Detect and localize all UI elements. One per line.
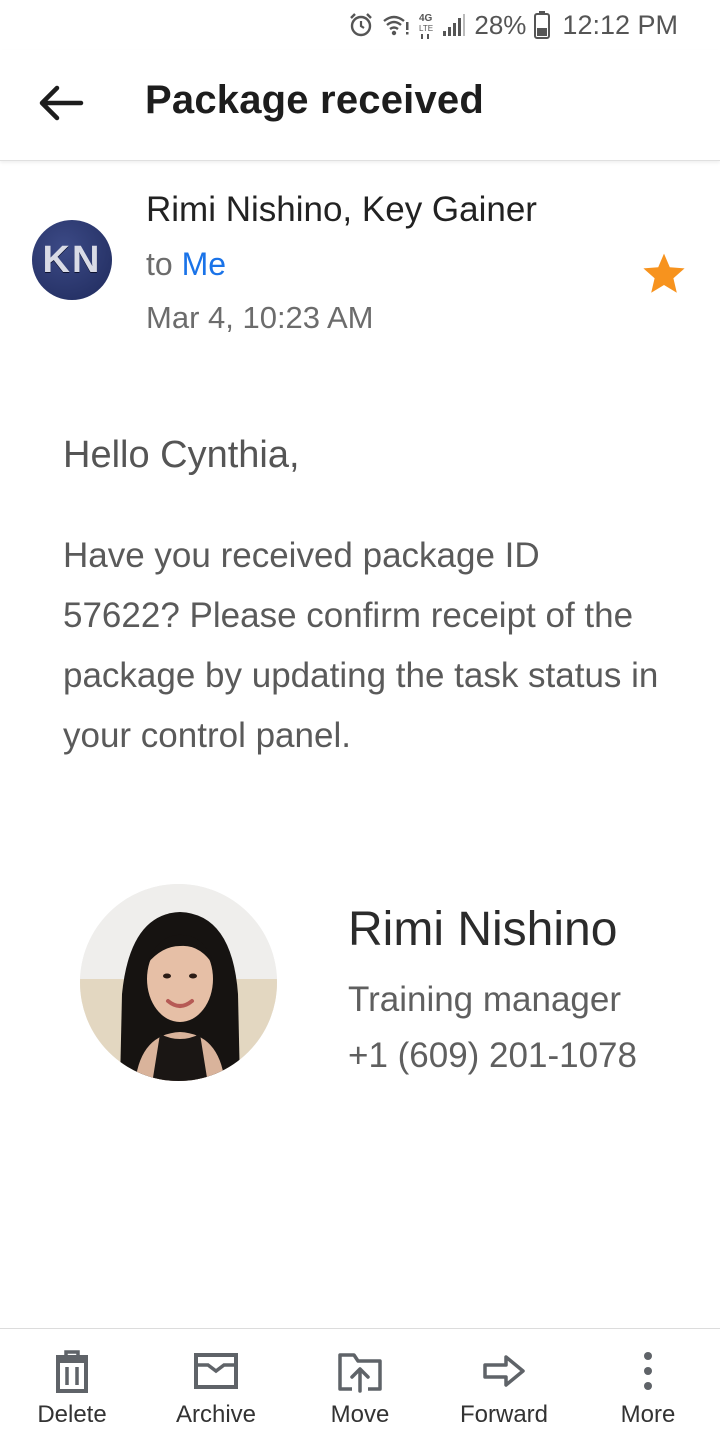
more-vertical-icon xyxy=(624,1347,672,1395)
more-button[interactable]: More xyxy=(576,1329,720,1441)
svg-text:4G: 4G xyxy=(419,13,433,24)
signature-name: Rimi Nishino xyxy=(348,903,618,956)
forward-button[interactable]: Forward xyxy=(432,1329,576,1441)
back-button[interactable] xyxy=(30,80,92,130)
wifi-icon xyxy=(382,13,410,37)
forward-label: Forward xyxy=(459,1401,549,1428)
archive-label: Archive xyxy=(175,1401,257,1428)
move-label: Move xyxy=(330,1401,390,1428)
delete-button[interactable]: Delete xyxy=(0,1329,144,1441)
signature-role: Training manager xyxy=(348,980,622,1019)
star-icon xyxy=(640,253,688,302)
4g-lte-icon: 4G LTE xyxy=(418,10,434,40)
status-bar: 4G LTE 28% 12:12 PM xyxy=(0,0,720,50)
svg-text:LTE: LTE xyxy=(419,24,433,33)
alarm-icon xyxy=(348,12,374,38)
recipient-me-link[interactable]: Me xyxy=(182,246,226,282)
delete-label: Delete xyxy=(37,1401,107,1428)
status-icons: 4G LTE 28% 12:12 PM xyxy=(348,8,678,42)
app-bar: Package received xyxy=(0,50,720,161)
signature-photo xyxy=(80,884,277,1081)
to-prefix: to xyxy=(146,246,173,282)
bottom-toolbar: Delete Archive Move Forward More xyxy=(0,1328,720,1441)
archive-button[interactable]: Archive xyxy=(144,1329,288,1441)
move-icon xyxy=(336,1347,384,1395)
email-date: Mar 4, 10:23 AM xyxy=(146,300,374,335)
archive-icon xyxy=(192,1347,240,1395)
battery-percent: 28% xyxy=(474,9,527,40)
email-greeting: Hello Cynthia, xyxy=(63,434,300,476)
trash-icon xyxy=(48,1347,96,1395)
arrow-left-icon xyxy=(37,83,85,128)
clock-time: 12:12 PM xyxy=(562,9,678,40)
battery-icon xyxy=(534,11,551,39)
forward-icon xyxy=(480,1347,528,1395)
person-photo-icon xyxy=(80,884,277,1081)
move-button[interactable]: Move xyxy=(288,1329,432,1441)
recipient-line: to Me xyxy=(146,246,226,283)
sender-name[interactable]: Rimi Nishino, Key Gainer xyxy=(146,190,537,230)
star-button[interactable] xyxy=(640,250,688,298)
page-title: Package received xyxy=(145,78,485,122)
email-body: Have you received package ID 57622? Plea… xyxy=(63,536,659,755)
sender-avatar[interactable]: KN xyxy=(32,220,112,300)
more-label: More xyxy=(620,1401,676,1428)
signal-icon xyxy=(442,13,466,37)
signature-phone[interactable]: +1 (609) 201-1078 xyxy=(348,1036,637,1076)
